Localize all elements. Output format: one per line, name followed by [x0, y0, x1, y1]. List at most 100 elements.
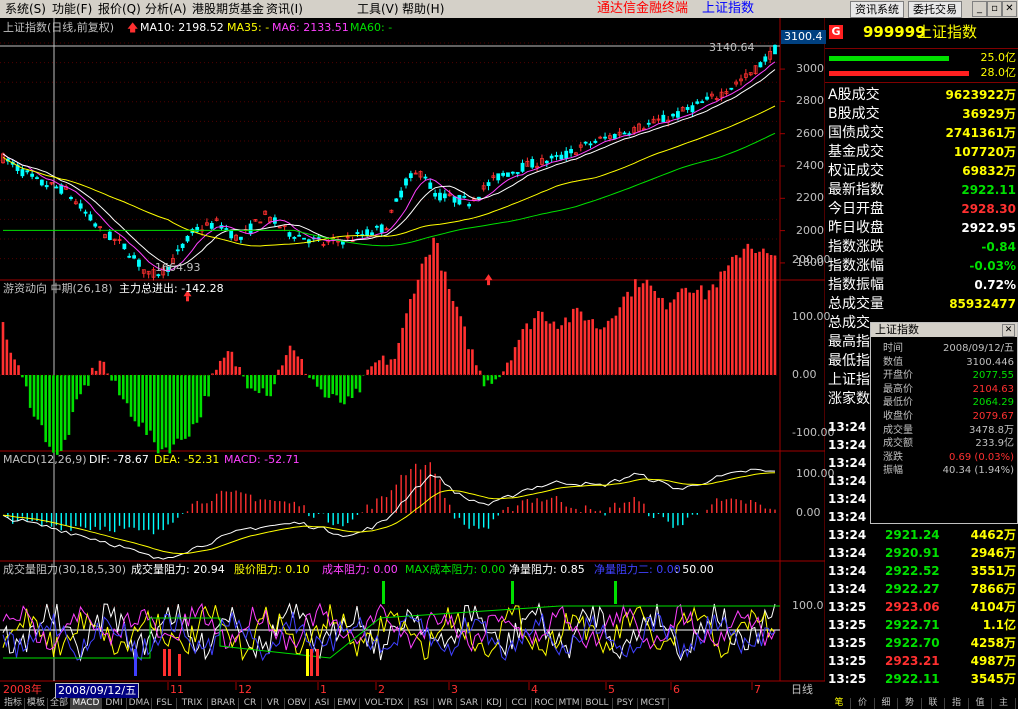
- quote-value: 85932477: [949, 297, 1016, 311]
- indicator-tab[interactable]: TRIX: [177, 698, 208, 709]
- candle-body: [59, 184, 64, 194]
- dif-label: DIF: -78.67: [89, 453, 149, 466]
- quote-tab[interactable]: 细: [875, 698, 898, 709]
- quote-label: 上证指: [828, 372, 870, 388]
- macd-label: MACD: -52.71: [224, 453, 300, 466]
- menu-item[interactable]: 帮助(H): [402, 0, 444, 18]
- candle-body: [423, 176, 428, 179]
- tick-time: 13:24: [828, 582, 867, 596]
- menu-item[interactable]: 港股期货基金: [192, 0, 264, 18]
- indicator-tab[interactable]: DMA: [127, 698, 152, 709]
- popup-label: 最低价: [883, 397, 913, 409]
- indicator-tab[interactable]: BOLL: [582, 698, 613, 709]
- tick-time: 13:24: [828, 492, 867, 506]
- indicator-tab[interactable]: OBV: [285, 698, 310, 709]
- menu-item[interactable]: 报价(Q): [98, 0, 141, 18]
- signal-bar: [614, 581, 617, 604]
- candle-body: [593, 140, 598, 143]
- month-label: 3: [451, 683, 458, 696]
- vol-indicator-value: 成本阻力: 0.00: [322, 563, 398, 576]
- quote-label: 指数振幅: [828, 277, 884, 293]
- indicator-tab[interactable]: FSL: [152, 698, 177, 709]
- candle-body: [515, 172, 520, 174]
- indicator-tab[interactable]: CCI: [507, 698, 532, 709]
- indicator-tab[interactable]: ASI: [310, 698, 335, 709]
- indicator-tab[interactable]: DMI: [102, 698, 127, 709]
- restore-icon[interactable]: ▫: [987, 1, 1002, 17]
- info-system-button[interactable]: 资讯系统: [850, 1, 904, 18]
- quote-tab[interactable]: 势: [899, 698, 922, 709]
- indicator-tab[interactable]: ROC: [532, 698, 557, 709]
- indicator-tab[interactable]: EMV: [335, 698, 360, 709]
- candle-body: [457, 194, 462, 205]
- indicator-tab[interactable]: PSY: [613, 698, 638, 709]
- app-title: 通达信金融终端: [597, 1, 689, 16]
- popup-close-icon[interactable]: ✕: [1002, 324, 1015, 337]
- candle-body: [603, 136, 607, 139]
- quote-tab[interactable]: 联: [922, 698, 945, 709]
- signal-bar: [178, 654, 181, 676]
- indicator-tab[interactable]: WR: [434, 698, 457, 709]
- quote-tab[interactable]: 指: [946, 698, 969, 709]
- quote-tab[interactable]: 值: [969, 698, 992, 709]
- candle-body: [773, 44, 777, 55]
- indicator-tab[interactable]: VOL-TDX: [360, 698, 409, 709]
- candle-body: [122, 243, 127, 250]
- vol-indicator-value: MAX成本阻力: 0.00: [405, 563, 506, 576]
- indicator-tab[interactable]: 指标: [2, 698, 25, 709]
- candle-body: [379, 224, 384, 233]
- tick-time: 13:24: [828, 564, 867, 578]
- dea-label: DEA: -52.31: [154, 453, 220, 466]
- price-tick: 2400: [796, 159, 824, 172]
- buy-bar-value: 25.0亿: [980, 51, 1017, 64]
- signal-bar: [134, 649, 137, 676]
- tick-time: 13:25: [828, 600, 867, 614]
- menu-item[interactable]: 系统(S): [5, 0, 46, 18]
- indicator-tab[interactable]: SAR: [457, 698, 482, 709]
- candle-body: [44, 185, 49, 188]
- candle-body: [248, 223, 253, 234]
- buy-arrow-icon: [186, 296, 190, 302]
- g-badge: G: [829, 25, 843, 39]
- menu-item[interactable]: 功能(F): [52, 0, 92, 18]
- quote-tab[interactable]: 笔: [828, 698, 851, 709]
- minimize-icon[interactable]: _: [972, 1, 987, 17]
- indicator-tab[interactable]: CR: [239, 698, 262, 709]
- indicator-tab[interactable]: 全部: [48, 698, 71, 709]
- popup-label: 涨跌: [883, 451, 903, 463]
- menu-item[interactable]: 分析(A): [145, 0, 187, 18]
- indicator-tab[interactable]: VR: [262, 698, 285, 709]
- indicator-tab[interactable]: RSI: [409, 698, 434, 709]
- menu-item[interactable]: 资讯(I): [266, 0, 303, 18]
- candle-body: [20, 169, 25, 177]
- tick-time: 13:24: [828, 420, 867, 434]
- candle-body: [501, 172, 506, 176]
- candle-body: [564, 150, 569, 159]
- indicator-tab[interactable]: 模板: [25, 698, 48, 709]
- indicator-tab[interactable]: MCST: [638, 698, 669, 709]
- tick-price: 2923.06: [885, 600, 940, 614]
- kline-chart[interactable]: [0, 18, 825, 698]
- quote-tab[interactable]: 主: [993, 698, 1016, 709]
- vol-indicator-value: : 50.00: [675, 563, 714, 576]
- candle-body: [54, 186, 59, 189]
- fund-panel-title: 游资动向 中期(26,18): [3, 282, 113, 295]
- indicator-tab[interactable]: MTM: [557, 698, 582, 709]
- period-label[interactable]: 日线: [791, 683, 813, 697]
- candle-body: [433, 192, 438, 197]
- popup-title-bar[interactable]: 上证指数 ✕: [871, 323, 1017, 337]
- indicator-tab[interactable]: MACD: [71, 698, 102, 709]
- signal-bar: [511, 581, 514, 604]
- indicator-tab[interactable]: BRAR: [208, 698, 239, 709]
- quote-tab[interactable]: 价: [852, 698, 875, 709]
- trade-button[interactable]: 委托交易: [908, 1, 962, 18]
- popup-value: 2104.63: [972, 383, 1014, 395]
- candle-body: [583, 141, 588, 144]
- close-icon[interactable]: ✕: [1002, 1, 1017, 17]
- signal-bar: [382, 581, 385, 604]
- indicator-tab[interactable]: KDJ: [482, 698, 507, 709]
- candle-body: [758, 62, 763, 68]
- ma6-label: MA6: 2133.51: [272, 21, 349, 34]
- menu-item[interactable]: 工具(V): [357, 0, 399, 18]
- price-tick: 3000: [796, 62, 824, 76]
